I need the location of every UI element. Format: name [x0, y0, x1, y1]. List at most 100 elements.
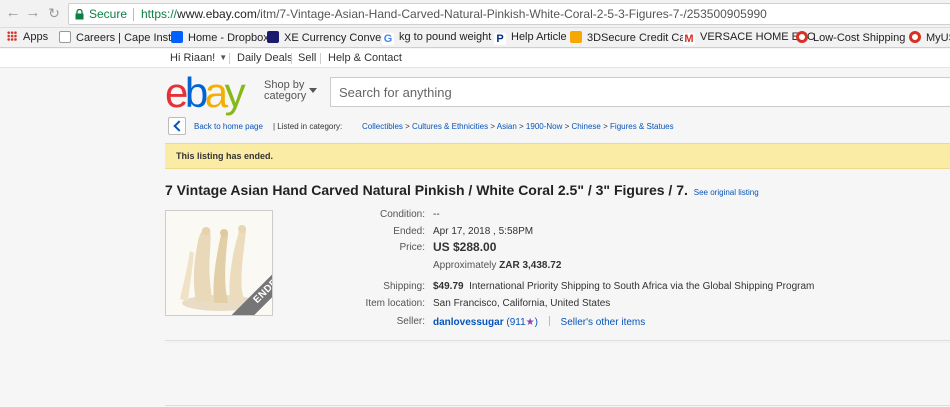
greeting-text: Hi Riaan!	[170, 52, 216, 64]
divider	[165, 342, 950, 343]
address-divider	[133, 8, 134, 21]
url-host: www.ebay.com	[177, 7, 257, 21]
bookmark-label: Home - Dropbox	[188, 32, 269, 44]
breadcrumb-item[interactable]: Collectibles	[362, 122, 403, 131]
category-label: category	[264, 90, 307, 102]
logo-letter-y: y	[224, 69, 246, 116]
approx-label: Approximately	[433, 260, 497, 271]
condition-label: Condition:	[379, 209, 425, 220]
item-location-value: San Francisco, California, United States	[433, 298, 611, 309]
ebay-page: Hi Riaan! ▼ Daily Deals Sell Help & Conta…	[0, 49, 950, 407]
bookmark-help-article[interactable]: P Help Article	[494, 31, 567, 45]
help-contact-link[interactable]: Help & Contact	[328, 52, 402, 64]
seller-other-items-link[interactable]: Seller's other items	[561, 317, 646, 328]
chevron-down-icon	[309, 88, 317, 93]
price-value: US $288.00	[433, 240, 497, 254]
nav-divider	[291, 53, 292, 64]
search-input[interactable]: Search for anything	[330, 77, 950, 107]
chevron-down-icon: ▼	[219, 53, 228, 62]
bookmark-label: 3DSecure Credit Ca	[587, 32, 686, 44]
xe-icon	[267, 31, 279, 43]
breadcrumb-separator: >	[519, 122, 526, 131]
breadcrumb: Collectibles > Cultures & Ethnicities > …	[362, 122, 674, 131]
bookmark-lowcost[interactable]: Low-Cost Shipping	[796, 31, 905, 44]
url-scheme: https://	[141, 7, 178, 21]
shipping-cost: $49.79	[433, 281, 464, 292]
shop-by-category-button[interactable]: Shop by category	[264, 80, 306, 102]
paypal-icon: P	[494, 33, 506, 45]
bookmark-label: MyUS	[926, 32, 950, 44]
url-text[interactable]: https://www.ebay.com/itm/7-Vintage-Asian…	[141, 7, 767, 21]
page-icon	[59, 31, 71, 43]
lifebuoy-icon	[796, 31, 808, 43]
approx-price: Approximately ZAR 3,438.72	[433, 260, 561, 271]
seller-info: danlovessugar (911★) Seller's other item…	[433, 316, 645, 328]
bank-icon	[570, 31, 582, 43]
breadcrumb-item[interactable]: Chinese	[572, 122, 601, 131]
seller-feedback-close: )	[534, 317, 538, 328]
daily-deals-link[interactable]: Daily Deals	[237, 52, 293, 64]
bookmark-3dsecure[interactable]: 3DSecure Credit Ca	[570, 31, 685, 44]
ended-label: Ended:	[393, 226, 425, 237]
bookmark-google[interactable]: Gkg to pound weight	[382, 31, 491, 45]
google-icon: G	[382, 33, 394, 45]
ebay-logo[interactable]: ebay	[165, 69, 246, 117]
back-arrow-icon[interactable]: ←	[5, 5, 21, 21]
divider	[165, 405, 950, 406]
search-placeholder: Search for anything	[339, 85, 452, 100]
purple-star-icon: ★	[525, 317, 535, 328]
listed-in-category-label: | Listed in category:	[273, 122, 343, 131]
reload-icon[interactable]: ↻	[46, 5, 62, 21]
top-nav: Hi Riaan! ▼ Daily Deals Sell Help & Conta…	[0, 49, 950, 68]
bookmark-label: Help Article	[511, 31, 567, 43]
see-original-listing-link[interactable]: See original listing	[694, 188, 759, 197]
bookmark-myus[interactable]: MyUS	[909, 31, 950, 44]
breadcrumb-item[interactable]: 1900-Now	[526, 122, 562, 131]
bookmark-xe[interactable]: XE Currency Convert	[267, 31, 388, 44]
bookmark-label: Careers | Cape Instit	[76, 32, 177, 44]
shipping-description: International Priority Shipping to South…	[469, 281, 815, 292]
bookmark-careers[interactable]: Careers | Cape Instit	[59, 31, 177, 44]
gmail-icon: M	[683, 33, 695, 45]
address-bar[interactable]: Secure https://www.ebay.com/itm/7-Vintag…	[68, 3, 950, 25]
price-label: Price:	[399, 242, 425, 253]
back-to-home-link[interactable]: Back to home page	[194, 122, 263, 131]
seller-name-link[interactable]: danlovessugar	[433, 317, 504, 328]
seller-label: Seller:	[396, 316, 425, 327]
breadcrumb-item[interactable]: Figures & Statues	[610, 122, 674, 131]
bookmark-apps[interactable]: Apps	[7, 31, 48, 43]
item-title-text: 7 Vintage Asian Hand Carved Natural Pink…	[165, 182, 688, 198]
breadcrumb-item[interactable]: Asian	[497, 122, 517, 131]
condition-value: --	[433, 209, 440, 220]
back-to-home-button[interactable]	[168, 117, 186, 135]
breadcrumb-separator: >	[564, 122, 572, 131]
shipping-value: $49.79 International Priority Shipping t…	[433, 281, 814, 292]
item-photo[interactable]: ENDED	[165, 210, 273, 316]
banner-text: This listing has ended.	[176, 151, 274, 161]
breadcrumb-separator: >	[405, 122, 413, 131]
secure-label: Secure	[89, 7, 128, 21]
sell-link[interactable]: Sell	[298, 52, 316, 64]
dropbox-icon	[171, 31, 183, 43]
nav-divider	[229, 53, 230, 64]
listing-ended-banner: This listing has ended.	[165, 143, 950, 169]
bookmark-dropbox[interactable]: Home - Dropbox	[171, 31, 269, 44]
shipping-label: Shipping:	[383, 281, 425, 292]
forward-arrow-icon[interactable]: →	[25, 5, 41, 21]
url-path: /itm/7-Vintage-Asian-Hand-Carved-Natural…	[256, 7, 767, 21]
item-title: 7 Vintage Asian Hand Carved Natural Pink…	[165, 182, 759, 198]
bookmark-label: kg to pound weight	[399, 31, 492, 43]
nav-divider	[320, 53, 321, 64]
ended-value: Apr 17, 2018 , 5:58PM	[433, 226, 534, 237]
bookmarks-bar: Apps Careers | Cape Instit Home - Dropbo…	[0, 28, 950, 48]
bookmark-label: Low-Cost Shipping	[813, 32, 906, 44]
breadcrumb-separator: >	[603, 122, 611, 131]
logo-letter-a: a	[204, 69, 228, 116]
breadcrumb-item[interactable]: Cultures & Ethnicities	[412, 122, 488, 131]
item-location-label: Item location:	[365, 298, 425, 309]
bookmark-label: XE Currency Convert	[284, 32, 388, 44]
seller-divider	[548, 316, 550, 326]
logo-letter-b: b	[184, 69, 208, 116]
seller-feedback-score[interactable]: (911	[506, 317, 525, 328]
user-greeting[interactable]: Hi Riaan! ▼	[170, 52, 227, 64]
